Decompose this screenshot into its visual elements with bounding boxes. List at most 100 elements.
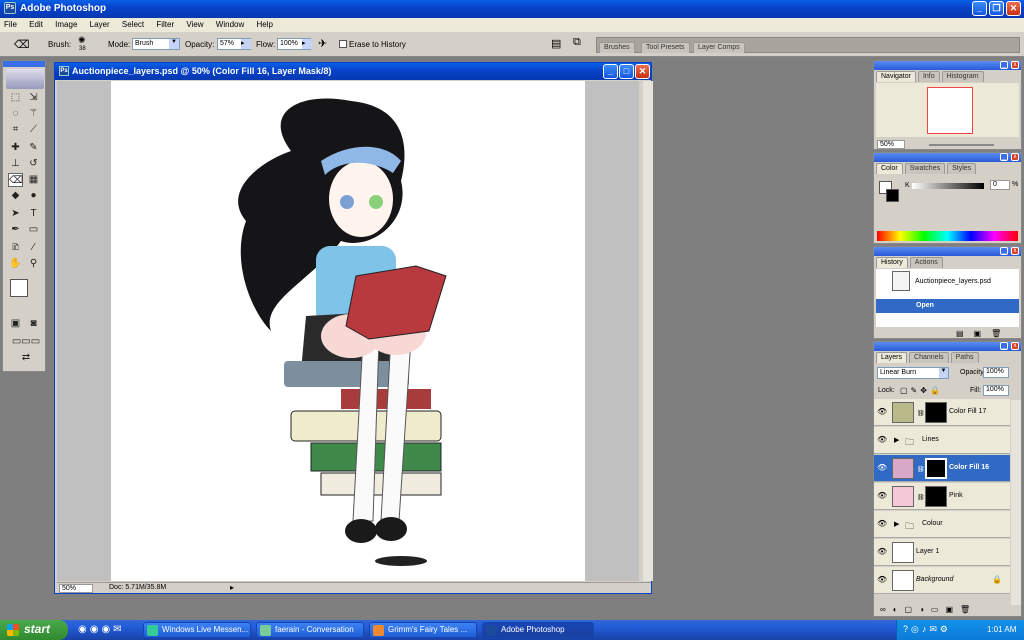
eyedropper-icon[interactable]: ⁄ — [26, 241, 41, 255]
blur-tool-icon[interactable]: ◆ — [8, 189, 23, 203]
notes-tool-icon[interactable]: 🗈 — [8, 241, 23, 255]
tab-layers[interactable]: Layers — [876, 352, 908, 363]
brush-tool-icon[interactable]: ✎ — [26, 141, 41, 155]
navigator-zoom[interactable]: 50% — [877, 140, 905, 149]
mode-select[interactable]: Brush ▼ — [132, 38, 180, 50]
menu-view[interactable]: View — [186, 20, 203, 29]
well-tab-tool-presets[interactable]: Tool Presets — [641, 42, 690, 53]
layers-scrollbar[interactable] — [1011, 400, 1021, 605]
dodge-tool-icon[interactable]: ● — [26, 189, 41, 203]
well-tab-layer-comps[interactable]: Layer Comps — [693, 42, 745, 53]
history-state-selected[interactable]: Open — [876, 299, 1019, 313]
eye-icon[interactable]: 👁 — [877, 407, 887, 416]
zoom-tool-icon[interactable]: ⚲ — [26, 257, 41, 271]
vertical-scrollbar[interactable] — [643, 81, 653, 581]
layer-row[interactable]: 👁 Layer 1 — [874, 539, 1010, 566]
eraser-tool-icon[interactable]: ⌫ — [14, 38, 30, 51]
color-minimize[interactable]: _ — [1000, 153, 1008, 161]
opacity-arrow-icon[interactable]: ▸ — [241, 39, 251, 49]
taskbar-item-browser[interactable]: Grimm's Fairy Tales ... — [369, 622, 477, 638]
tab-swatches[interactable]: Swatches — [904, 163, 946, 174]
airbrush-icon[interactable]: ✈ — [318, 37, 327, 50]
slice-tool-icon[interactable]: ⟋ — [26, 123, 41, 137]
menu-image[interactable]: Image — [55, 20, 77, 29]
expand-arrow-icon[interactable]: ▶ — [894, 436, 899, 444]
zoom-field[interactable]: 50% — [59, 584, 93, 593]
layer-row[interactable]: 👁 ⛓ Pink — [874, 483, 1010, 510]
menu-help[interactable]: Help — [256, 20, 272, 29]
jump-to-imageready-icon[interactable]: ⇄ — [7, 351, 45, 365]
layer-row[interactable]: 👁 ⛓ Color Fill 17 — [874, 399, 1010, 426]
doc-minimize-button[interactable]: _ — [603, 64, 618, 79]
minimize-button[interactable]: _ — [972, 1, 987, 16]
palette-well-icon[interactable]: ⧉ — [573, 36, 581, 49]
marquee-tool-icon[interactable]: ⬚ — [8, 91, 23, 105]
eraser-tool-selected-icon[interactable]: ⌫ — [8, 173, 23, 187]
tray-icons[interactable]: ?◎♪✉⚙ — [903, 624, 951, 635]
taskbar-item-photoshop[interactable]: Adobe Photoshop — [482, 622, 594, 638]
flow-arrow-icon[interactable]: ▸ — [302, 39, 312, 49]
doc-close-button[interactable]: ✕ — [635, 64, 650, 79]
well-tab-brushes[interactable]: Brushes — [599, 42, 635, 53]
lasso-tool-icon[interactable]: ◌ — [8, 107, 23, 121]
color-bg-swatch[interactable] — [886, 189, 899, 202]
quick-mask-icon[interactable]: ◙ — [26, 317, 41, 331]
link-icon[interactable]: ⛓ — [917, 494, 925, 501]
blend-mode-select[interactable]: Linear Burn ▼ — [877, 367, 949, 379]
tab-histogram[interactable]: Histogram — [941, 71, 984, 82]
layer-opacity-value[interactable]: 100% — [983, 367, 1009, 378]
eye-icon[interactable]: 👁 — [877, 575, 887, 584]
path-selection-icon[interactable]: ➤ — [8, 207, 23, 221]
layers-footer-icons[interactable]: ∞◐▢◑▭▣🗑 — [880, 605, 977, 614]
menu-filter[interactable]: Filter — [156, 20, 174, 29]
navigator-close[interactable]: x — [1011, 61, 1019, 69]
menu-select[interactable]: Select — [122, 20, 144, 29]
shape-tool-icon[interactable]: ▭ — [26, 223, 41, 237]
eye-icon[interactable]: 👁 — [877, 463, 887, 472]
eye-icon[interactable]: 👁 — [877, 519, 887, 528]
tab-channels[interactable]: Channels — [909, 352, 949, 363]
layer-row[interactable]: 👁 ▶ 🗀 Colour — [874, 511, 1010, 538]
tab-info[interactable]: Info — [917, 71, 940, 82]
layer-row-selected[interactable]: 👁 ⛓ Color Fill 16 — [874, 455, 1010, 482]
history-footer-icons[interactable]: ▤▣🗑 — [956, 329, 1011, 338]
pen-tool-icon[interactable]: ✒ — [8, 223, 23, 237]
status-arrow-icon[interactable]: ▸ — [230, 583, 234, 592]
fill-value[interactable]: 100% — [983, 385, 1009, 396]
start-button[interactable]: start — [0, 620, 68, 640]
screen-mode-icons[interactable]: ▭▭▭ — [7, 335, 45, 349]
tab-actions[interactable]: Actions — [909, 257, 943, 268]
tab-navigator[interactable]: Navigator — [876, 71, 916, 82]
eye-icon[interactable]: 👁 — [877, 435, 887, 444]
erase-history-checkbox[interactable] — [339, 40, 347, 48]
link-icon[interactable]: ⛓ — [917, 410, 925, 417]
magic-wand-icon[interactable]: ⚚ — [26, 107, 41, 121]
standard-mode-icon[interactable]: ▣ — [8, 317, 23, 331]
history-brush-icon[interactable]: ↺ — [26, 157, 41, 171]
foreground-color-swatch[interactable] — [10, 279, 28, 297]
canvas-area[interactable] — [57, 81, 653, 581]
layers-minimize[interactable]: _ — [1000, 342, 1008, 350]
navigator-minimize[interactable]: _ — [1000, 61, 1008, 69]
stamp-tool-icon[interactable]: ⊥ — [8, 157, 23, 171]
k-value[interactable]: 0 — [990, 180, 1010, 190]
hand-tool-icon[interactable]: ✋ — [8, 257, 23, 271]
healing-brush-icon[interactable]: ✚ — [8, 141, 23, 155]
layer-row[interactable]: 👁 Background 🔒 — [874, 567, 1010, 594]
taskbar-item-conversation[interactable]: faerain - Conversation — [256, 622, 364, 638]
history-minimize[interactable]: _ — [1000, 247, 1008, 255]
tab-styles[interactable]: Styles — [947, 163, 977, 174]
color-ramp[interactable] — [877, 231, 1018, 241]
tab-color[interactable]: Color — [876, 163, 903, 174]
file-browser-icon[interactable]: ▤ — [551, 37, 561, 50]
navigator-slider[interactable] — [929, 144, 994, 146]
crop-tool-icon[interactable]: ⌗ — [8, 123, 23, 137]
taskbar-item-messenger[interactable]: Windows Live Messen... — [143, 622, 251, 638]
snapshot-name[interactable]: Auctionpiece_layers.psd — [915, 278, 991, 285]
link-icon[interactable]: ⛓ — [917, 466, 925, 473]
menu-file[interactable]: File — [4, 20, 17, 29]
canvas[interactable] — [111, 81, 585, 581]
close-button[interactable]: ✕ — [1006, 1, 1021, 16]
doc-maximize-button[interactable]: □ — [619, 64, 634, 79]
gradient-tool-icon[interactable]: ▦ — [26, 173, 41, 187]
